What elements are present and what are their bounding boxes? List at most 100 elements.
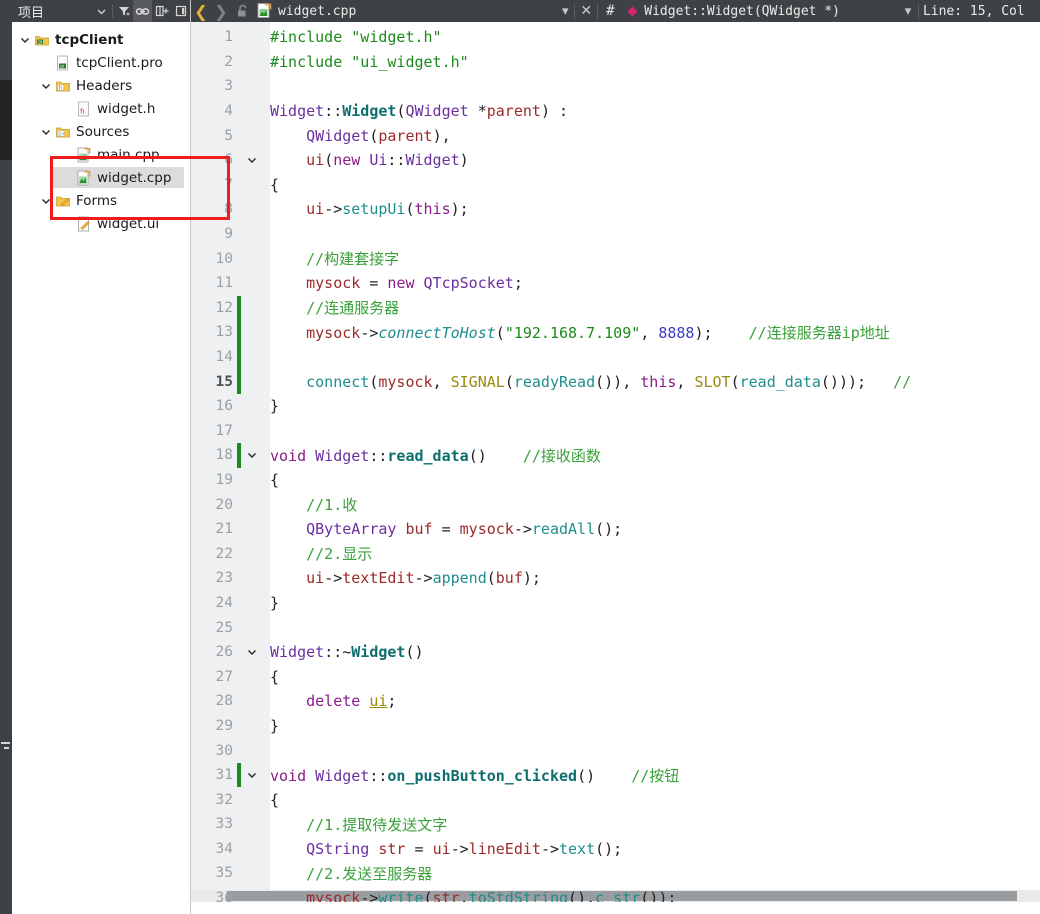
split-button[interactable]: [152, 0, 171, 22]
code-line[interactable]: 32 {: [191, 787, 1040, 812]
fold-chevron-down-icon[interactable]: [241, 640, 263, 665]
open-file-name[interactable]: widget.cpp: [275, 4, 356, 19]
code-line[interactable]: 19 {: [191, 468, 1040, 493]
code-text[interactable]: //1.收: [263, 494, 1040, 515]
tree-item-tcpclient[interactable]: Qt tcpClient: [12, 28, 190, 51]
tree-item-sources[interactable]: C+ Sources: [12, 120, 190, 143]
code-line[interactable]: 5 QWidget(parent),: [191, 123, 1040, 148]
chevron-down-icon[interactable]: [39, 189, 53, 212]
lock-toggle-button[interactable]: [231, 0, 253, 22]
tree-item-tcpclient-pro[interactable]: Qt tcpClient.pro: [12, 51, 190, 74]
code-line[interactable]: 1 #include "widget.h": [191, 25, 1040, 50]
code-text[interactable]: Widget::~Widget(): [263, 643, 1040, 661]
code-text[interactable]: {: [263, 668, 1040, 686]
fold-chevron-down-icon[interactable]: [241, 443, 263, 468]
symbol-dropdown-button[interactable]: ▾: [898, 0, 918, 22]
code-text[interactable]: void Widget::read_data() //接收函数: [263, 445, 1040, 466]
code-line[interactable]: 21 QByteArray buf = mysock->readAll();: [191, 517, 1040, 542]
code-line[interactable]: 15 connect(mysock, SIGNAL(readyRead()), …: [191, 369, 1040, 394]
code-line[interactable]: 28 delete ui;: [191, 689, 1040, 714]
code-line[interactable]: 2 #include "ui_widget.h": [191, 50, 1040, 75]
tree-item-widget-ui[interactable]: widget.ui: [12, 212, 190, 235]
project-file-tree[interactable]: Qt tcpClient Qt tcpClient.pro h Headers h widge…: [12, 22, 230, 914]
code-text[interactable]: }: [263, 594, 1040, 612]
chevron-down-icon[interactable]: [39, 120, 53, 143]
code-line[interactable]: 4 Widget::Widget(QWidget *parent) :: [191, 99, 1040, 124]
code-line[interactable]: 10 //构建套接字: [191, 246, 1040, 271]
code-line[interactable]: 31 void Widget::on_pushButton_clicked() /…: [191, 762, 1040, 788]
code-line[interactable]: 26 Widget::~Widget(): [191, 640, 1040, 665]
code-text[interactable]: connect(mysock, SIGNAL(readyRead()), thi…: [263, 373, 1040, 391]
navigate-back-button[interactable]: ❮: [191, 0, 211, 22]
code-text[interactable]: {: [263, 791, 1040, 809]
code-line[interactable]: 9: [191, 222, 1040, 247]
code-line[interactable]: 30: [191, 738, 1040, 763]
code-line[interactable]: 18 void Widget::read_data() //接收函数: [191, 443, 1040, 468]
code-line[interactable]: 20 //1.收: [191, 492, 1040, 517]
code-line[interactable]: 6 ui(new Ui::Widget): [191, 148, 1040, 173]
code-text[interactable]: //2.发送至服务器: [263, 863, 1040, 884]
collapsed-sidebar-strip[interactable]: [0, 0, 12, 914]
link-with-editor-button[interactable]: [133, 0, 152, 22]
code-text[interactable]: #include "ui_widget.h": [263, 53, 1040, 71]
symbol-filter-button[interactable]: #: [598, 0, 622, 22]
code-text[interactable]: ui->setupUi(this);: [263, 200, 1040, 218]
project-view-dropdown[interactable]: [92, 0, 111, 22]
code-line[interactable]: 14: [191, 344, 1040, 370]
code-text[interactable]: #include "widget.h": [263, 28, 1040, 46]
code-text[interactable]: //连通服务器: [263, 297, 1040, 318]
code-line[interactable]: 17: [191, 419, 1040, 444]
tree-item-main-cpp[interactable]: main.cpp: [12, 143, 190, 166]
code-line[interactable]: 7{: [191, 173, 1040, 198]
fold-chevron-down-icon[interactable]: [241, 148, 263, 173]
tree-item-forms[interactable]: Forms: [12, 189, 190, 212]
code-line[interactable]: 33 //1.提取待发送文字: [191, 812, 1040, 837]
code-text[interactable]: {: [263, 176, 1040, 194]
code-text[interactable]: mysock = new QTcpSocket;: [263, 274, 1040, 292]
code-text[interactable]: QString str = ui->lineEdit->text();: [263, 840, 1040, 858]
fold-chevron-down-icon[interactable]: [241, 763, 263, 788]
code-line[interactable]: 3: [191, 74, 1040, 99]
line-column-indicator[interactable]: Line: 15, Col: [919, 4, 1025, 19]
code-line[interactable]: 16}: [191, 394, 1040, 419]
code-text[interactable]: mysock->connectToHost("192.168.7.109", 8…: [263, 322, 1040, 343]
code-text[interactable]: //2.显示: [263, 543, 1040, 564]
code-text[interactable]: mysock->write(str.toStdString().c_str())…: [263, 889, 1040, 902]
code-text[interactable]: }: [263, 397, 1040, 415]
code-line[interactable]: 29}: [191, 714, 1040, 739]
close-file-button[interactable]: ✕: [575, 0, 597, 22]
tree-item-headers[interactable]: h Headers: [12, 74, 190, 97]
code-text[interactable]: QByteArray buf = mysock->readAll();: [263, 520, 1040, 538]
code-text[interactable]: Widget::Widget(QWidget *parent) :: [263, 102, 1040, 120]
code-line[interactable]: 35 //2.发送至服务器: [191, 861, 1040, 886]
code-line[interactable]: 25: [191, 615, 1040, 640]
code-line[interactable]: 23 ui->textEdit->append(buf);: [191, 566, 1040, 591]
sidebar-strip-active-tab[interactable]: [0, 80, 12, 160]
code-line[interactable]: 22 //2.显示: [191, 541, 1040, 566]
code-text[interactable]: //1.提取待发送文字: [263, 814, 1040, 835]
file-dropdown-button[interactable]: ▾: [556, 0, 574, 22]
current-symbol-label[interactable]: Widget::Widget(QWidget *): [642, 4, 840, 19]
code-line[interactable]: 8 ui->setupUi(this);: [191, 197, 1040, 222]
code-line[interactable]: 11 mysock = new QTcpSocket;: [191, 271, 1040, 296]
code-line[interactable]: 27 {: [191, 664, 1040, 689]
code-text[interactable]: void Widget::on_pushButton_clicked() //按…: [263, 765, 1040, 786]
tree-item-widget-cpp[interactable]: widget.cpp: [12, 166, 190, 189]
code-line[interactable]: 36 mysock->write(str.toStdString().c_str…: [191, 886, 1040, 902]
navigate-forward-button[interactable]: ❯: [211, 0, 231, 22]
code-text[interactable]: //构建套接字: [263, 248, 1040, 269]
code-line[interactable]: 13 mysock->connectToHost("192.168.7.109"…: [191, 320, 1040, 345]
code-editor[interactable]: 1 #include "widget.h" 2 #include "ui_widget…: [191, 22, 1040, 902]
code-line[interactable]: 34 QString str = ui->lineEdit->text();: [191, 837, 1040, 862]
code-text[interactable]: delete ui;: [263, 692, 1040, 710]
close-panel-button[interactable]: [171, 0, 190, 22]
filter-button[interactable]: [114, 0, 133, 22]
code-text[interactable]: {: [263, 471, 1040, 489]
code-text[interactable]: QWidget(parent),: [263, 127, 1040, 145]
code-text[interactable]: }: [263, 717, 1040, 735]
chevron-down-icon[interactable]: [39, 74, 53, 97]
code-line[interactable]: 12 //连通服务器: [191, 295, 1040, 321]
code-line[interactable]: 24}: [191, 591, 1040, 616]
tree-item-widget-h[interactable]: h widget.h: [12, 97, 190, 120]
code-text[interactable]: ui(new Ui::Widget): [263, 151, 1040, 169]
